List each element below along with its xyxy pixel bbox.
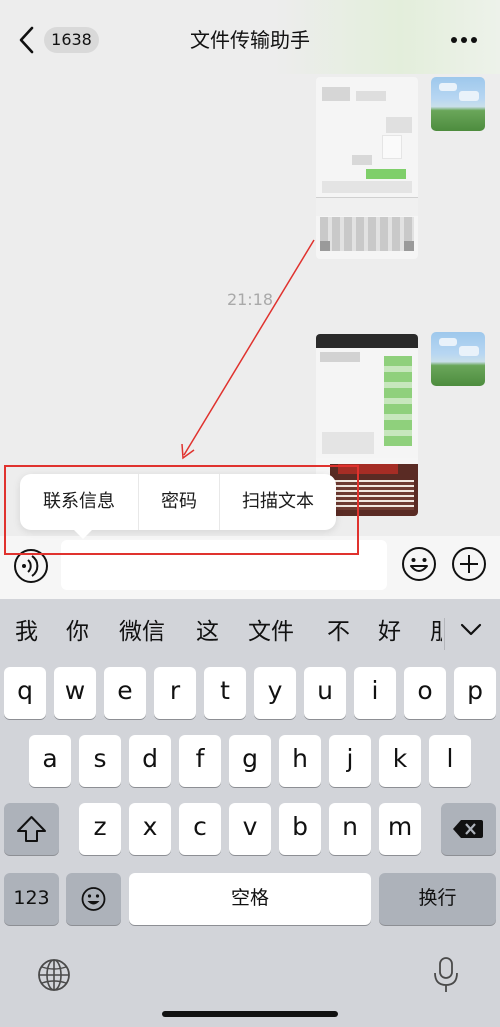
- avatar[interactable]: [431, 77, 485, 131]
- key-t[interactable]: t: [204, 667, 246, 719]
- shift-key[interactable]: [4, 803, 59, 855]
- key-r[interactable]: r: [154, 667, 196, 719]
- emoji-icon: [81, 887, 106, 911]
- keyboard: 我 你 微信 这 文件 不 好 朋 q w e r t y u i o p a …: [0, 599, 500, 1027]
- image-message[interactable]: [316, 77, 418, 259]
- key-k[interactable]: k: [379, 735, 421, 787]
- key-g[interactable]: g: [229, 735, 271, 787]
- key-y[interactable]: y: [254, 667, 296, 719]
- avatar[interactable]: [431, 332, 485, 386]
- candidate-word[interactable]: 我: [15, 616, 38, 648]
- candidate-word[interactable]: 这: [196, 616, 219, 648]
- key-q[interactable]: q: [4, 667, 46, 719]
- backspace-icon: [453, 820, 483, 838]
- annotation-highlight-box: [4, 465, 359, 555]
- candidate-word[interactable]: 你: [66, 616, 89, 648]
- emoji-icon[interactable]: [401, 546, 437, 582]
- key-v[interactable]: v: [229, 803, 271, 855]
- candidate-word[interactable]: 好: [378, 616, 401, 648]
- key-b[interactable]: b: [279, 803, 321, 855]
- candidate-word[interactable]: 朋: [430, 616, 442, 648]
- globe-icon[interactable]: [36, 957, 72, 993]
- return-key[interactable]: 换行: [379, 873, 496, 925]
- navigation-bar: 1638 文件传输助手: [0, 0, 500, 74]
- more-dots-icon[interactable]: [450, 36, 478, 44]
- key-p[interactable]: p: [454, 667, 496, 719]
- key-d[interactable]: d: [129, 735, 171, 787]
- home-indicator: [162, 1011, 338, 1017]
- candidate-word[interactable]: 文件: [248, 616, 294, 648]
- emoji-key[interactable]: [66, 873, 121, 925]
- numbers-key[interactable]: 123: [4, 873, 59, 925]
- key-u[interactable]: u: [304, 667, 346, 719]
- key-s[interactable]: s: [79, 735, 121, 787]
- key-m[interactable]: m: [379, 803, 421, 855]
- candidate-word[interactable]: 微信: [119, 616, 165, 648]
- backspace-key[interactable]: [441, 803, 496, 855]
- candidate-word[interactable]: 不: [327, 616, 350, 648]
- plus-icon[interactable]: [451, 546, 487, 582]
- key-c[interactable]: c: [179, 803, 221, 855]
- key-f[interactable]: f: [179, 735, 221, 787]
- page-title: 文件传输助手: [190, 28, 310, 52]
- microphone-icon[interactable]: [432, 955, 460, 995]
- shift-icon: [17, 816, 46, 842]
- key-e[interactable]: e: [104, 667, 146, 719]
- timestamp: 21:18: [226, 290, 274, 309]
- space-key[interactable]: 空格: [129, 873, 371, 925]
- key-o[interactable]: o: [404, 667, 446, 719]
- key-h[interactable]: h: [279, 735, 321, 787]
- chevron-down-icon[interactable]: [460, 623, 482, 637]
- key-j[interactable]: j: [329, 735, 371, 787]
- key-n[interactable]: n: [329, 803, 371, 855]
- key-z[interactable]: z: [79, 803, 121, 855]
- key-a[interactable]: a: [29, 735, 71, 787]
- key-w[interactable]: w: [54, 667, 96, 719]
- key-x[interactable]: x: [129, 803, 171, 855]
- key-l[interactable]: l: [429, 735, 471, 787]
- key-i[interactable]: i: [354, 667, 396, 719]
